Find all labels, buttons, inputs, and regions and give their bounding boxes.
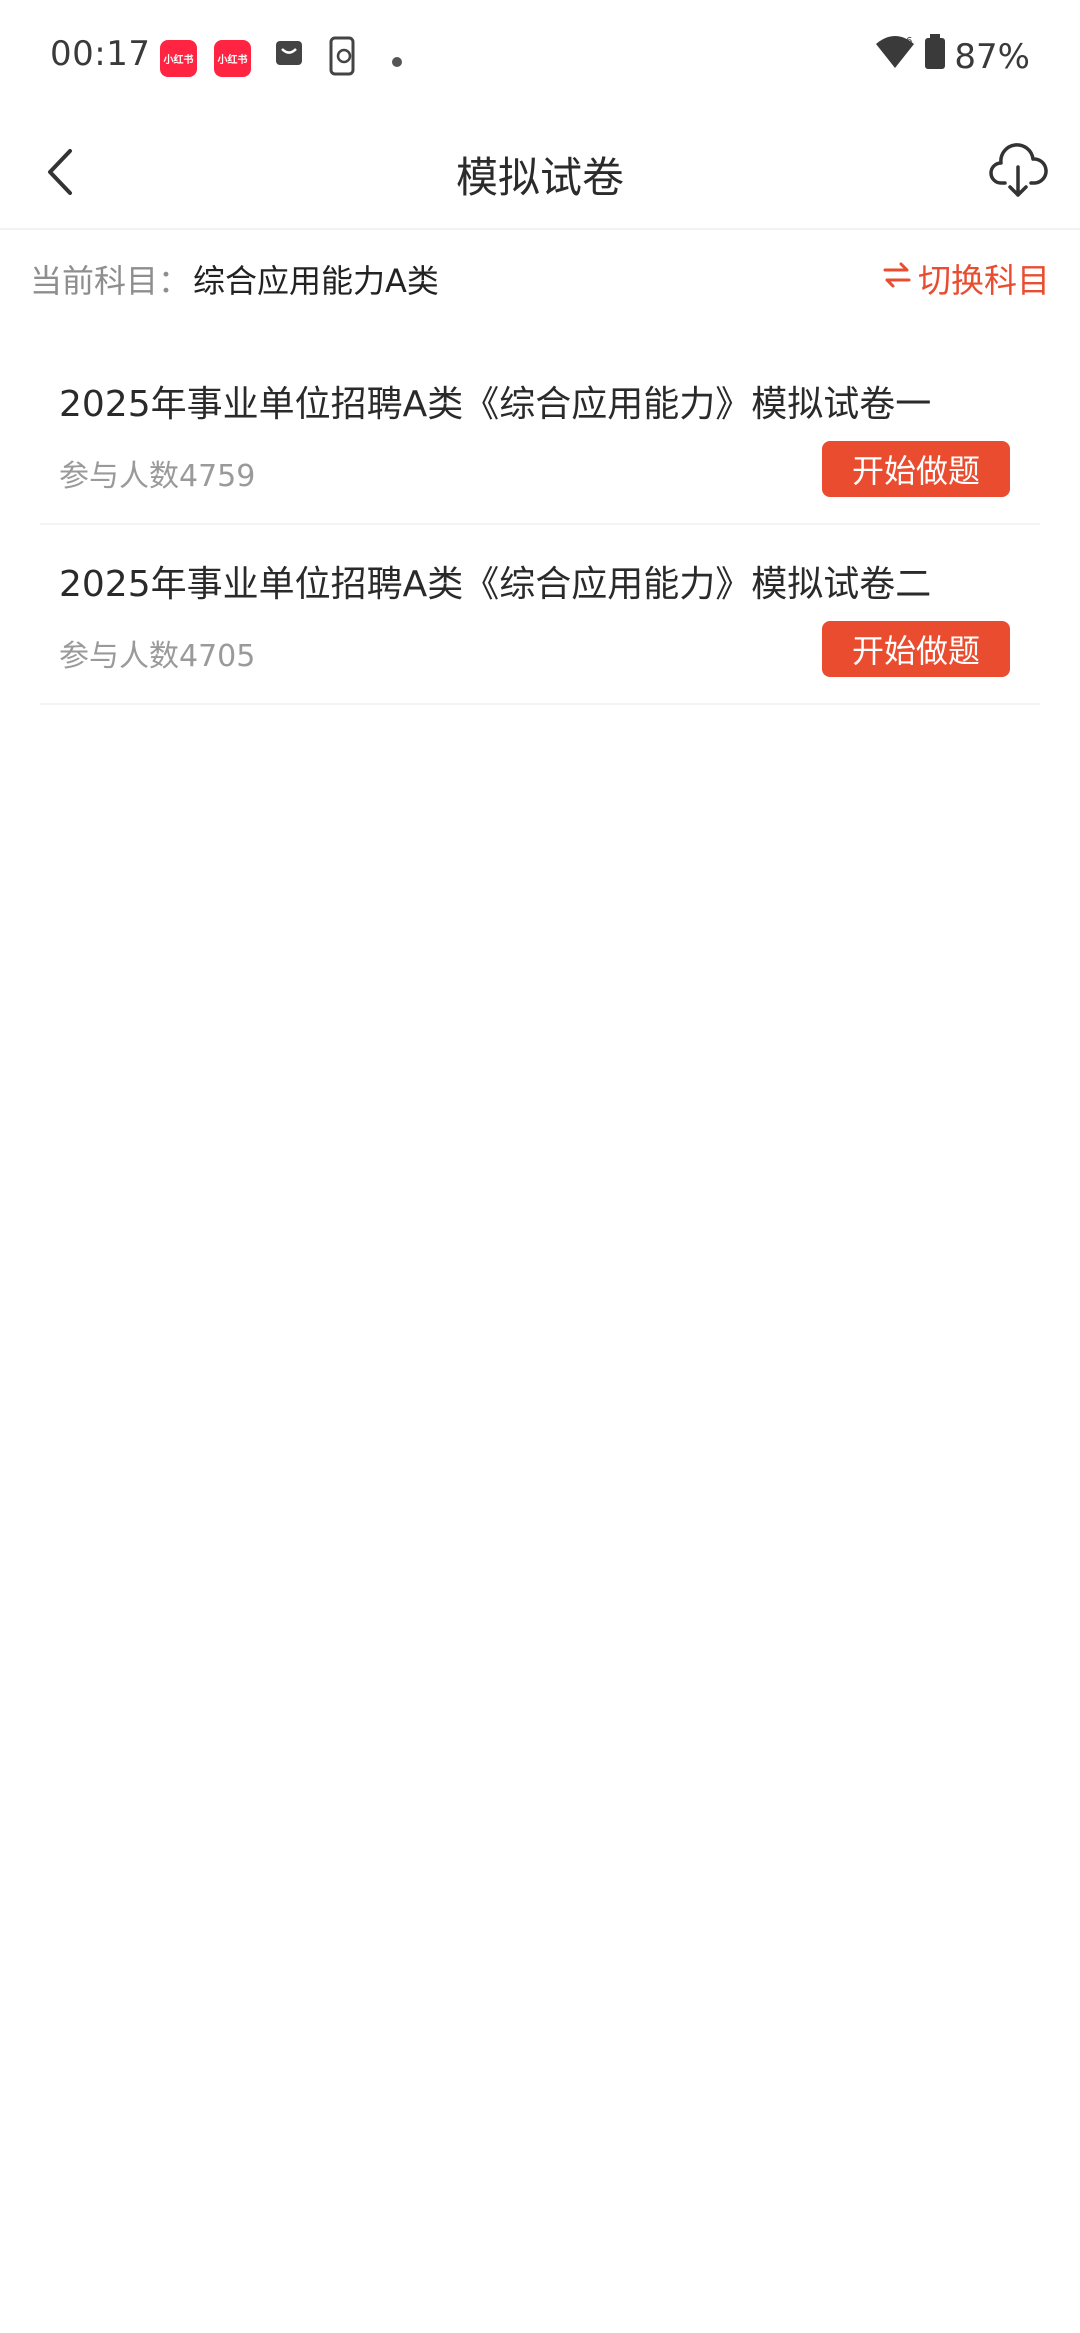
start-quiz-button[interactable]: 开始做题 (822, 621, 1010, 677)
phone-sync-icon (328, 36, 358, 80)
battery-icon (924, 34, 946, 79)
subject-bar: 当前科目： 综合应用能力A类 切换科目 (0, 232, 1080, 322)
participant-count: 参与人数4759 (59, 459, 256, 494)
paper-list: 2025年事业单位招聘A类《综合应用能力》模拟试卷一 参与人数4759 开始做题… (40, 345, 1040, 705)
page-title: 模拟试卷 (455, 153, 624, 202)
wifi-icon: 6 (874, 34, 916, 79)
dot-icon (391, 53, 403, 72)
status-right: 6 87% (874, 34, 1030, 79)
battery-percent: 87% (954, 36, 1030, 77)
download-button[interactable] (984, 138, 1054, 208)
swap-arrows-icon (882, 259, 912, 298)
nav-bar: 模拟试卷 (0, 118, 1080, 230)
xiaohongshu-icon: 小红书 (160, 40, 197, 77)
cloud-download-icon (989, 143, 1049, 203)
status-time: 00:17 (50, 34, 151, 74)
xiaohongshu-icon: 小红书 (214, 40, 251, 77)
list-item[interactable]: 2025年事业单位招聘A类《综合应用能力》模拟试卷二 参与人数4705 开始做题 (40, 525, 1040, 705)
subject-value: 综合应用能力A类 (193, 262, 439, 300)
list-item[interactable]: 2025年事业单位招聘A类《综合应用能力》模拟试卷一 参与人数4759 开始做题 (40, 345, 1040, 525)
mail-icon (274, 38, 304, 72)
status-bar: 00:17 小红书 小红书 6 87% (0, 0, 1080, 118)
participant-count: 参与人数4705 (59, 639, 256, 674)
subject-label: 当前科目： (30, 262, 191, 300)
switch-subject-button[interactable]: 切换科目 (882, 254, 1050, 302)
paper-title: 2025年事业单位招聘A类《综合应用能力》模拟试卷二 (59, 564, 932, 605)
switch-subject-label: 切换科目 (918, 261, 1050, 300)
start-quiz-button[interactable]: 开始做题 (822, 441, 1010, 497)
paper-title: 2025年事业单位招聘A类《综合应用能力》模拟试卷一 (59, 384, 932, 425)
svg-text:6: 6 (906, 36, 912, 47)
